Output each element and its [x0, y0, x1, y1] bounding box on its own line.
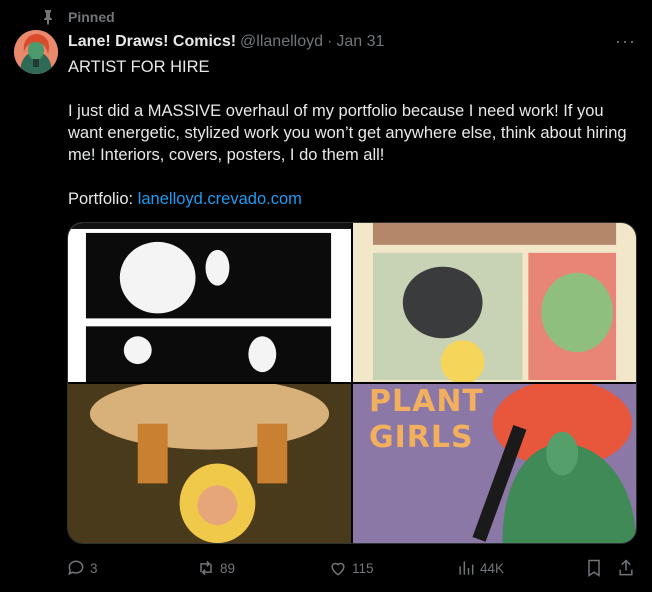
- views-count: 44K: [480, 560, 505, 576]
- pin-icon: [40, 9, 56, 25]
- media-grid[interactable]: PLANT GIRLS: [67, 222, 637, 544]
- post-header: Lane! Draws! Comics! @llanelloyd · Jan 3…: [68, 33, 632, 51]
- portfolio-line: Portfolio: lanelloyd.crevado.com: [68, 188, 628, 210]
- share-button[interactable]: [616, 558, 640, 578]
- reply-icon: [68, 560, 84, 576]
- portfolio-link[interactable]: lanelloyd.crevado.com: [138, 190, 302, 208]
- media-tile-character-lifting[interactable]: [68, 384, 351, 543]
- bookmark-button[interactable]: [584, 558, 608, 578]
- repost-count: 89: [220, 560, 236, 576]
- plant-girls-title: PLANT GIRLS: [369, 384, 484, 455]
- media-tile-comic-bw[interactable]: [68, 223, 351, 382]
- media-tile-plant-girls[interactable]: PLANT GIRLS: [353, 384, 636, 543]
- like-icon: [331, 562, 345, 576]
- repost-icon: [200, 560, 212, 576]
- bookmark-icon: [588, 559, 600, 577]
- post-actions: 3 89 115 44K: [66, 558, 638, 582]
- more-icon[interactable]: ···: [615, 32, 636, 50]
- post-date[interactable]: Jan 31: [336, 33, 384, 51]
- reply-count: 3: [90, 560, 98, 576]
- media-tile-comic-color[interactable]: [353, 223, 636, 382]
- repost-button[interactable]: 89: [196, 558, 235, 578]
- avatar[interactable]: [14, 30, 58, 74]
- separator-dot: ·: [327, 33, 333, 50]
- post-paragraph: I just did a MASSIVE overhaul of my port…: [68, 102, 627, 164]
- like-button[interactable]: 115: [328, 558, 374, 578]
- post-text: ARTIST FOR HIRE I just did a MASSIVE ove…: [68, 56, 628, 210]
- pinned-label: Pinned: [68, 9, 115, 25]
- share-icon: [619, 559, 633, 576]
- views-button[interactable]: 44K: [456, 558, 504, 578]
- pinned-indicator: Pinned: [40, 9, 115, 25]
- user-handle[interactable]: @llanelloyd: [240, 33, 323, 51]
- display-name[interactable]: Lane! Draws! Comics!: [68, 33, 236, 51]
- portfolio-label: Portfolio:: [68, 190, 138, 208]
- like-count: 115: [352, 560, 374, 576]
- views-icon: [459, 561, 474, 575]
- post-title-line: ARTIST FOR HIRE: [68, 58, 210, 76]
- reply-button[interactable]: 3: [66, 558, 98, 578]
